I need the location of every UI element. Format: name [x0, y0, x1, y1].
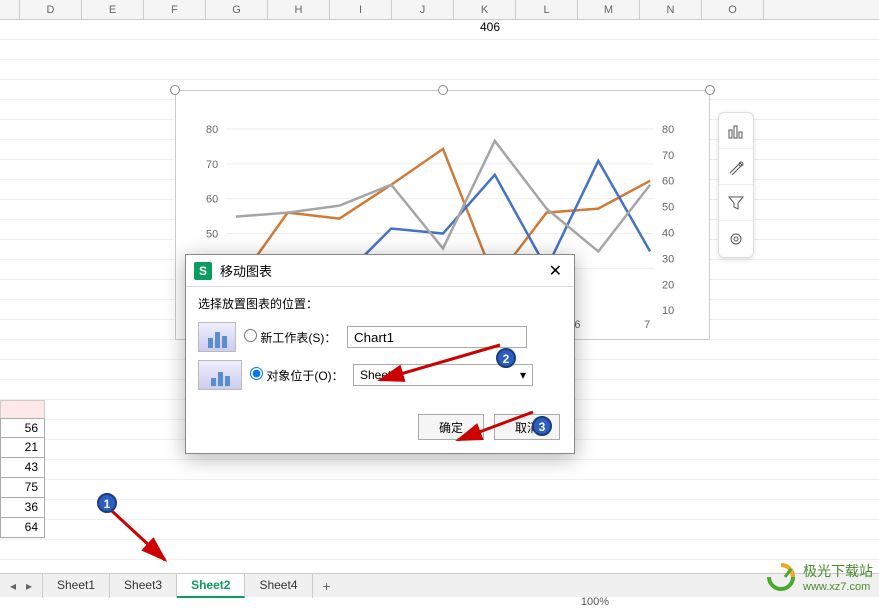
svg-text:50: 50 [206, 229, 218, 241]
svg-text:70: 70 [206, 159, 218, 171]
new-sheet-label: 新工作表(S)： [260, 331, 336, 345]
dialog-prompt: 选择放置图表的位置： [198, 295, 562, 312]
svg-text:10: 10 [662, 305, 674, 317]
col-L[interactable]: L [516, 0, 578, 19]
cell-d6[interactable]: 64 [0, 518, 45, 538]
dialog-titlebar[interactable]: S 移动图表 ✕ [186, 255, 574, 287]
dialog-close-button[interactable]: ✕ [545, 261, 566, 281]
watermark-url: www.xz7.com [803, 581, 873, 593]
cell-d4[interactable]: 75 [0, 478, 45, 498]
cell-d2[interactable]: 21 [0, 438, 45, 458]
app-icon: S [194, 262, 212, 280]
chart-tools [718, 112, 754, 258]
col-D[interactable]: D [20, 0, 82, 19]
chart-style-button[interactable] [719, 149, 753, 185]
svg-text:50: 50 [662, 202, 674, 214]
series-3 [236, 141, 650, 252]
nav-next-button[interactable]: ▸ [22, 579, 36, 593]
col-O[interactable]: O [702, 0, 764, 19]
svg-text:80: 80 [662, 124, 674, 136]
sheet-nav: ◂ ▸ [0, 579, 42, 593]
chart-handle-tl[interactable] [170, 85, 180, 95]
cell-d3[interactable]: 43 [0, 458, 45, 478]
chart-handle-tc[interactable] [438, 85, 448, 95]
watermark-icon [765, 561, 797, 593]
dropdown-value: Sheet4 [360, 368, 398, 382]
col-I[interactable]: I [330, 0, 392, 19]
col-M[interactable]: M [578, 0, 640, 19]
sheet-tab-sheet4[interactable]: Sheet4 [245, 574, 312, 598]
new-sheet-name-input[interactable] [347, 326, 527, 348]
dialog-title-text: 移动图表 [220, 261, 545, 280]
svg-text:80: 80 [206, 124, 218, 136]
zoom-level[interactable]: 100% [581, 596, 609, 608]
cell-d1[interactable]: 56 [0, 418, 45, 438]
svg-text:30: 30 [662, 253, 674, 265]
svg-text:60: 60 [662, 176, 674, 188]
column-headers: D E F G H I J K L M N O [0, 0, 879, 20]
watermark: 极光下载站 www.xz7.com [765, 561, 873, 593]
col-H[interactable]: H [268, 0, 330, 19]
col-G[interactable]: G [206, 0, 268, 19]
new-sheet-radio[interactable]: 新工作表(S)： [244, 329, 339, 346]
marker-2: 2 [496, 348, 516, 368]
cell-d5[interactable]: 36 [0, 498, 45, 518]
marker-1: 1 [97, 493, 117, 513]
svg-text:7: 7 [644, 319, 650, 330]
svg-text:20: 20 [662, 279, 674, 291]
sheet-tab-sheet1[interactable]: Sheet1 [43, 574, 110, 598]
chart-handle-tr[interactable] [705, 85, 715, 95]
corner [0, 0, 20, 19]
svg-text:60: 60 [206, 194, 218, 206]
sheet-tab-bar: ◂ ▸ Sheet1 Sheet3 Sheet2 Sheet4 + [0, 573, 879, 597]
chevron-down-icon: ▾ [520, 368, 526, 382]
object-in-radio[interactable]: 对象位于(O)： [250, 367, 345, 384]
object-in-icon [198, 360, 242, 390]
svg-text:6: 6 [574, 319, 580, 330]
object-in-label: 对象位于(O)： [266, 369, 343, 383]
data-column: 56 21 43 75 36 64 [0, 418, 45, 538]
nav-prev-button[interactable]: ◂ [6, 579, 20, 593]
sheet-tab-sheet3[interactable]: Sheet3 [110, 574, 177, 598]
col-K[interactable]: K [454, 0, 516, 19]
chart-filter-button[interactable] [719, 185, 753, 221]
col-F[interactable]: F [144, 0, 206, 19]
chart-settings-button[interactable] [719, 221, 753, 257]
ok-button[interactable]: 确定 [418, 414, 484, 440]
svg-text:70: 70 [662, 150, 674, 162]
col-E[interactable]: E [82, 0, 144, 19]
new-sheet-icon [198, 322, 236, 352]
chart-elements-button[interactable] [719, 113, 753, 149]
col-N[interactable]: N [640, 0, 702, 19]
svg-text:40: 40 [662, 228, 674, 240]
selected-cell[interactable] [0, 400, 45, 420]
col-J[interactable]: J [392, 0, 454, 19]
marker-3: 3 [532, 416, 552, 436]
sheet-tab-sheet2[interactable]: Sheet2 [177, 574, 245, 598]
watermark-text: 极光下载站 [803, 561, 873, 581]
add-sheet-button[interactable]: + [313, 574, 341, 598]
move-chart-dialog: S 移动图表 ✕ 选择放置图表的位置： 新工作表(S)： 对象位于(O)： Sh… [185, 254, 575, 454]
